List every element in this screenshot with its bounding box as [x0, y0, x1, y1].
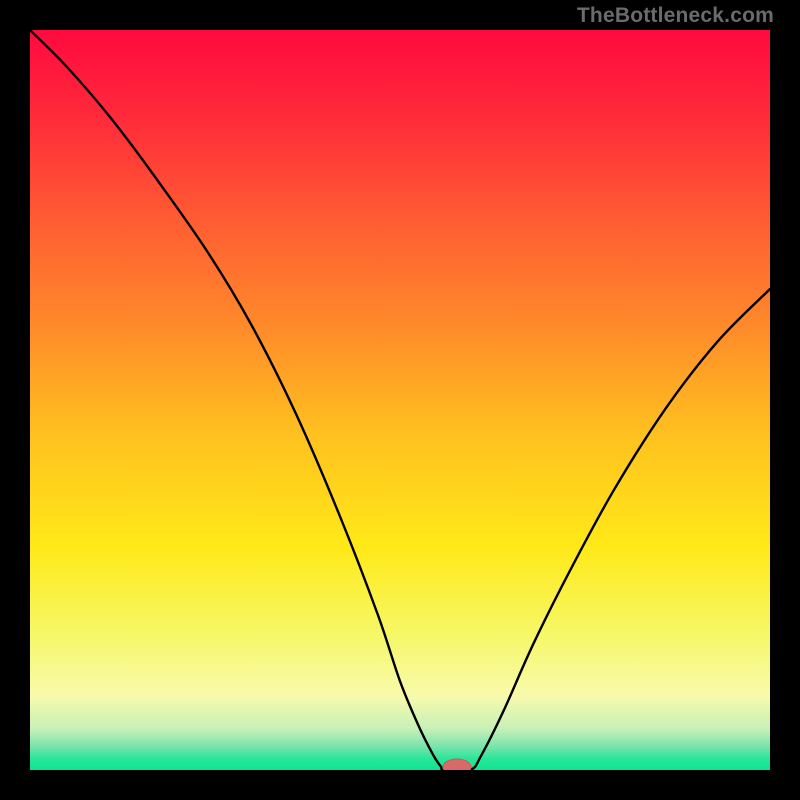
chart-frame: TheBottleneck.com	[0, 0, 800, 800]
plot-area	[30, 30, 770, 770]
watermark-text: TheBottleneck.com	[577, 4, 774, 28]
gradient-background	[30, 30, 770, 770]
chart-svg	[30, 30, 770, 770]
